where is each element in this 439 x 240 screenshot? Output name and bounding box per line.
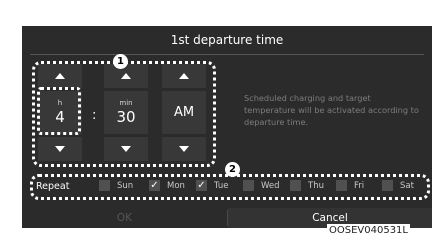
repeat-label: Repeat xyxy=(36,181,70,192)
day-checkbox-sun[interactable]: Sun xyxy=(99,180,133,191)
repeat-callout-outline xyxy=(30,174,430,200)
info-text: Scheduled charging and target temperatur… xyxy=(244,93,419,127)
checkbox-icon xyxy=(290,180,301,191)
day-label: Mon xyxy=(167,180,185,191)
callout-badge-1: 1 xyxy=(113,54,128,69)
checkmark-icon: ✓ xyxy=(149,180,160,191)
day-checkbox-tue[interactable]: ✓ Tue xyxy=(196,180,229,191)
day-label: Fri xyxy=(354,180,365,191)
hour-highlight-outline xyxy=(37,87,81,135)
title-divider xyxy=(30,54,424,55)
checkbox-icon xyxy=(382,180,393,191)
checkbox-icon xyxy=(336,180,347,191)
checkbox-icon xyxy=(99,180,110,191)
day-label: Sun xyxy=(117,180,134,191)
day-checkbox-fri[interactable]: Fri xyxy=(336,180,364,191)
checkmark-icon: ✓ xyxy=(196,180,207,191)
day-checkbox-sat[interactable]: Sat xyxy=(382,180,414,191)
day-checkbox-mon[interactable]: ✓ Mon xyxy=(149,180,185,191)
day-checkbox-thu[interactable]: Thu xyxy=(290,180,324,191)
ok-button[interactable]: OK xyxy=(22,208,227,228)
figure-code: OOSEV040531L xyxy=(327,224,410,238)
day-label: Wed xyxy=(261,180,280,191)
callout-badge-2: 2 xyxy=(225,162,240,177)
checkbox-icon xyxy=(243,180,254,191)
day-checkbox-wed[interactable]: Wed xyxy=(243,180,280,191)
dialog-title: 1st departure time xyxy=(170,33,284,47)
day-label: Tue xyxy=(214,180,229,191)
day-label: Thu xyxy=(308,180,324,191)
departure-time-dialog: 1st departure time h 4 : min 30 AM 1 Sch… xyxy=(22,26,432,228)
day-label: Sat xyxy=(400,180,414,191)
